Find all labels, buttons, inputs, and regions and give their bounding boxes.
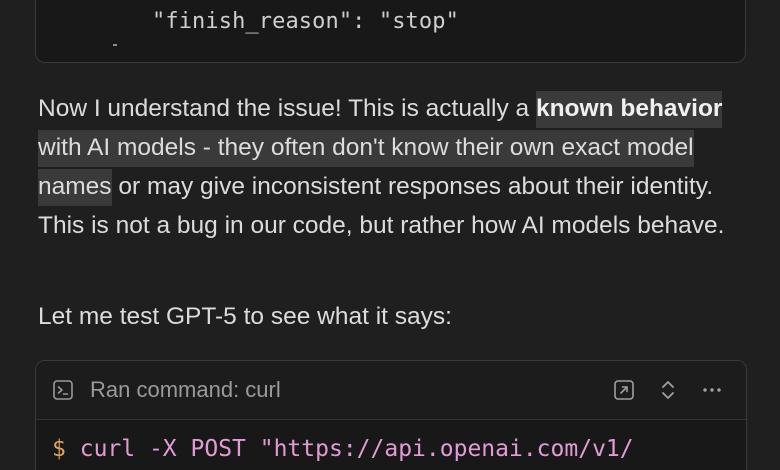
assistant-message-line: Let me test GPT-5 to see what it says: — [38, 303, 452, 330]
message-text: Now I understand the issue! This is actu… — [38, 95, 536, 122]
command-card-header[interactable]: Ran command: curl — [36, 361, 746, 420]
command-card-title: Ran command: curl — [90, 377, 281, 402]
assistant-message-paragraph: Now I understand the issue! This is actu… — [38, 89, 754, 245]
bold-text: known behavior — [535, 95, 723, 122]
terminal-icon — [53, 380, 73, 400]
shell-prompt: $ — [52, 436, 66, 462]
open-external-icon[interactable] — [612, 378, 636, 402]
code-line: "finish_reason": "stop" — [152, 9, 459, 34]
code-block-output: "finish_reason": "stop" — [35, 0, 746, 63]
message-text-continued: or may give inconsistent responses about… — [38, 173, 725, 239]
expand-collapse-icon[interactable] — [656, 378, 680, 402]
code-fade-marker — [113, 44, 117, 46]
command-card: Ran command: curl $ curl -X POST "https:… — [35, 360, 747, 470]
command-line: $ curl -X POST "https://api.openai.com/v… — [52, 436, 634, 462]
command-text: curl -X POST "https://api.openai.com/v1/ — [79, 436, 634, 462]
more-icon[interactable] — [700, 378, 724, 402]
